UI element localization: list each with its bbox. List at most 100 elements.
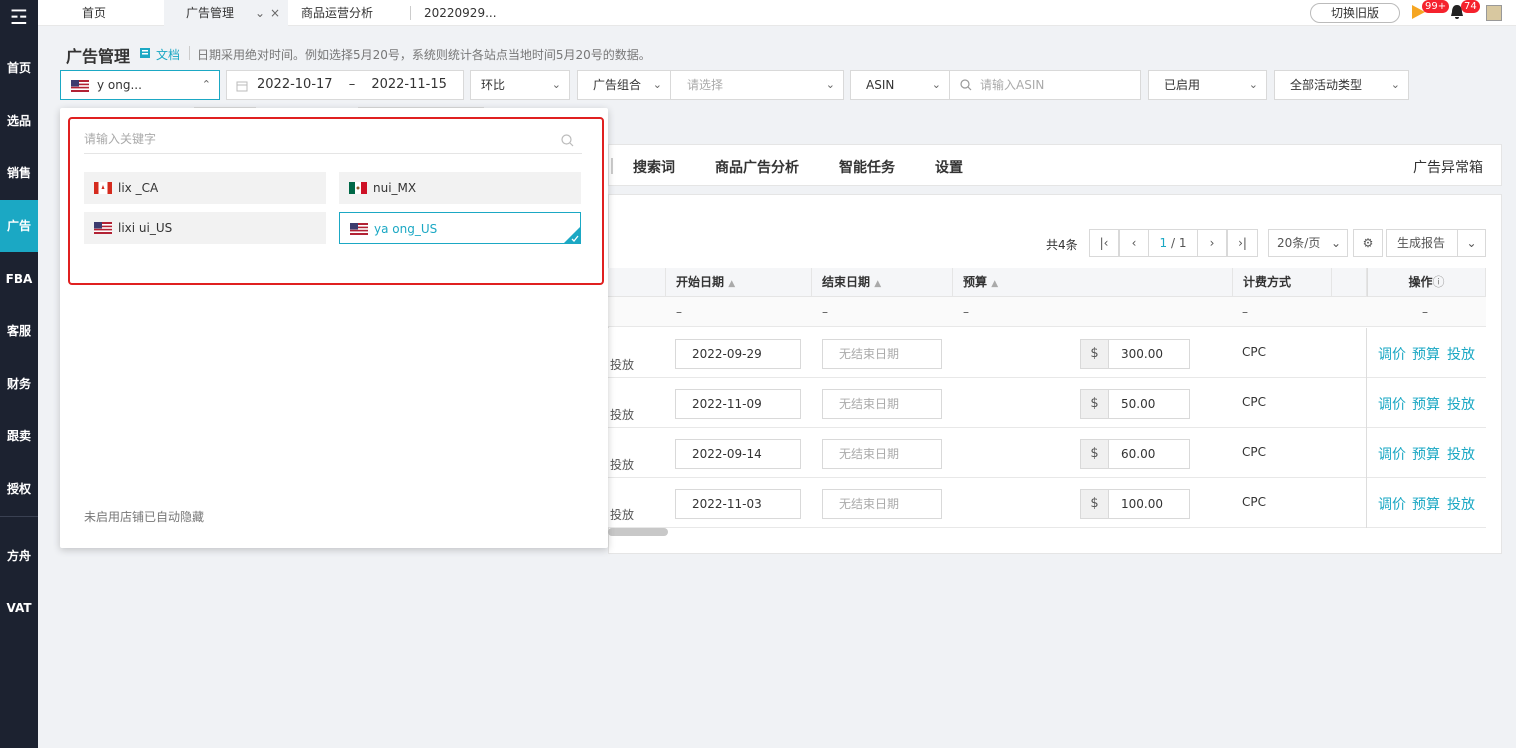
doc-icon	[140, 48, 150, 58]
tab-product-analysis[interactable]: 商品运营分析	[301, 0, 373, 26]
adjust-bid-link[interactable]: 调价	[1378, 344, 1406, 364]
nav-finance[interactable]: 财务	[0, 358, 38, 410]
end-date-input[interactable]: 无结束日期	[822, 439, 942, 469]
ad-anomaly-box-link[interactable]: 广告异常箱	[1413, 157, 1483, 177]
adjust-bid-link[interactable]: 调价	[1378, 494, 1406, 514]
total-pages: / 1	[1170, 236, 1187, 250]
nav-ark[interactable]: 方舟	[0, 530, 38, 582]
billing-cell: CPC	[1242, 445, 1266, 459]
targeting-link[interactable]: 投放	[1447, 494, 1475, 514]
column-header-operations: 操作ⓘ	[1367, 268, 1486, 297]
target-cell: 投放	[610, 408, 635, 422]
column-header-end-date[interactable]: 结束日期 ▲	[812, 268, 953, 297]
tab-label: 广告管理	[186, 6, 235, 20]
column-header-start-date[interactable]: 开始日期 ▲	[666, 268, 812, 297]
date-range-picker[interactable]: 2022-10-17 – 2022-11-15	[226, 70, 464, 100]
status-select[interactable]: 已启用 ⌄	[1148, 70, 1267, 100]
summary-cell: –	[822, 305, 828, 319]
horizontal-scrollbar[interactable]	[608, 528, 668, 536]
message-badge: 99+	[1422, 0, 1450, 13]
nav-customer-service[interactable]: 客服	[0, 305, 38, 357]
column-divider	[1366, 328, 1367, 528]
column-header-budget[interactable]: 预算 ▲	[953, 268, 1233, 297]
summary-cell: –	[1242, 305, 1248, 319]
budget-link[interactable]: 预算	[1412, 344, 1440, 364]
chevron-down-icon: ⌄	[825, 78, 835, 91]
asin-type-select[interactable]: ASIN ⌄	[850, 70, 950, 100]
first-page-button[interactable]: |‹	[1089, 229, 1119, 257]
budget-link[interactable]: 预算	[1412, 494, 1440, 514]
doc-link[interactable]: 文档	[156, 46, 180, 63]
search-icon	[960, 79, 972, 91]
activity-type-select[interactable]: 全部活动类型 ⌄	[1274, 70, 1409, 100]
asin-search-input[interactable]: 请输入ASIN	[949, 70, 1141, 100]
start-date-input[interactable]: 2022-09-29	[675, 339, 801, 369]
notification-badge: 74	[1461, 0, 1480, 13]
budget-input[interactable]: $50.00	[1080, 389, 1190, 419]
chevron-down-icon: ⌄	[1248, 78, 1258, 91]
nav-ads[interactable]: 广告	[0, 200, 38, 252]
page-indicator[interactable]: 1 / 1	[1148, 229, 1198, 257]
budget-link[interactable]: 预算	[1412, 394, 1440, 414]
tab-report[interactable]: 20220929...	[424, 0, 497, 26]
nav-sales[interactable]: 销售	[0, 147, 38, 199]
end-date-input[interactable]: 无结束日期	[822, 389, 942, 419]
subtab-divider	[611, 158, 613, 174]
avatar[interactable]	[1486, 5, 1502, 21]
generate-report-button[interactable]: 生成报告 ⌄	[1386, 229, 1486, 257]
switch-old-version-button[interactable]: 切换旧版	[1310, 3, 1400, 23]
gear-icon[interactable]: ⚙	[1353, 229, 1383, 257]
start-date-input[interactable]: 2022-09-14	[675, 439, 801, 469]
summary-cell: –	[1422, 305, 1428, 319]
start-date-input[interactable]: 2022-11-09	[675, 389, 801, 419]
nav-vat[interactable]: VAT	[0, 582, 38, 634]
currency-symbol: $	[1081, 490, 1109, 518]
page-size-select[interactable]: 20条/页 ⌄	[1268, 229, 1348, 257]
tab-product-ad-analysis[interactable]: 商品广告分析	[715, 157, 799, 177]
budget-link[interactable]: 预算	[1412, 444, 1440, 464]
store-value: y ong...	[97, 78, 142, 92]
date-hint: 日期采用绝对时间。例如选择5月20号，系统则统计各站点当地时间5月20号的数据。	[197, 48, 651, 62]
budget-input[interactable]: $60.00	[1080, 439, 1190, 469]
summary-cell: –	[676, 305, 682, 319]
budget-value: 50.00	[1121, 397, 1156, 411]
store-select[interactable]: y ong... ⌃	[60, 70, 220, 100]
tab-home[interactable]: 首页	[82, 0, 106, 26]
group-type-select[interactable]: 广告组合 ⌄	[577, 70, 671, 100]
nav-selection[interactable]: 选品	[0, 95, 38, 147]
nav-authorize[interactable]: 授权	[0, 463, 38, 515]
nav-follow-sell[interactable]: 跟卖	[0, 410, 38, 462]
close-icon[interactable]: ×	[270, 0, 280, 26]
hidden-stores-note: 未启用店铺已自动隐藏	[84, 510, 205, 524]
start-date-input[interactable]: 2022-11-03	[675, 489, 801, 519]
currency-symbol: $	[1081, 390, 1109, 418]
budget-input[interactable]: $300.00	[1080, 339, 1190, 369]
end-date-input[interactable]: 无结束日期	[822, 489, 942, 519]
adjust-bid-link[interactable]: 调价	[1378, 444, 1406, 464]
next-page-button[interactable]: ›	[1197, 229, 1227, 257]
chevron-down-icon: ⌄	[551, 78, 561, 91]
tab-smart-tasks[interactable]: 智能任务	[839, 157, 895, 177]
targeting-link[interactable]: 投放	[1447, 444, 1475, 464]
adjust-bid-link[interactable]: 调价	[1378, 394, 1406, 414]
nav-fba[interactable]: FBA	[0, 253, 38, 305]
targeting-link[interactable]: 投放	[1447, 394, 1475, 414]
asin-type-value: ASIN	[866, 78, 895, 92]
last-page-button[interactable]: ›|	[1227, 229, 1258, 257]
group-select[interactable]: 请选择 ⌄	[670, 70, 844, 100]
prev-page-button[interactable]: ‹	[1119, 229, 1149, 257]
sort-icon: ▲	[874, 279, 882, 289]
app-logo[interactable]: ☲	[6, 4, 32, 30]
header-label: 操作	[1408, 275, 1433, 289]
chevron-down-icon[interactable]: ⌄	[255, 0, 265, 26]
compare-select[interactable]: 环比 ⌄	[470, 70, 570, 100]
budget-input[interactable]: $100.00	[1080, 489, 1190, 519]
nav-divider	[0, 516, 38, 517]
nav-home[interactable]: 首页	[0, 42, 38, 94]
targeting-link[interactable]: 投放	[1447, 344, 1475, 364]
total-count: 共4条	[1046, 238, 1078, 252]
tab-settings[interactable]: 设置	[935, 157, 963, 177]
billing-cell: CPC	[1242, 395, 1266, 409]
tab-search-terms[interactable]: 搜索词	[633, 157, 675, 177]
end-date-input[interactable]: 无结束日期	[822, 339, 942, 369]
